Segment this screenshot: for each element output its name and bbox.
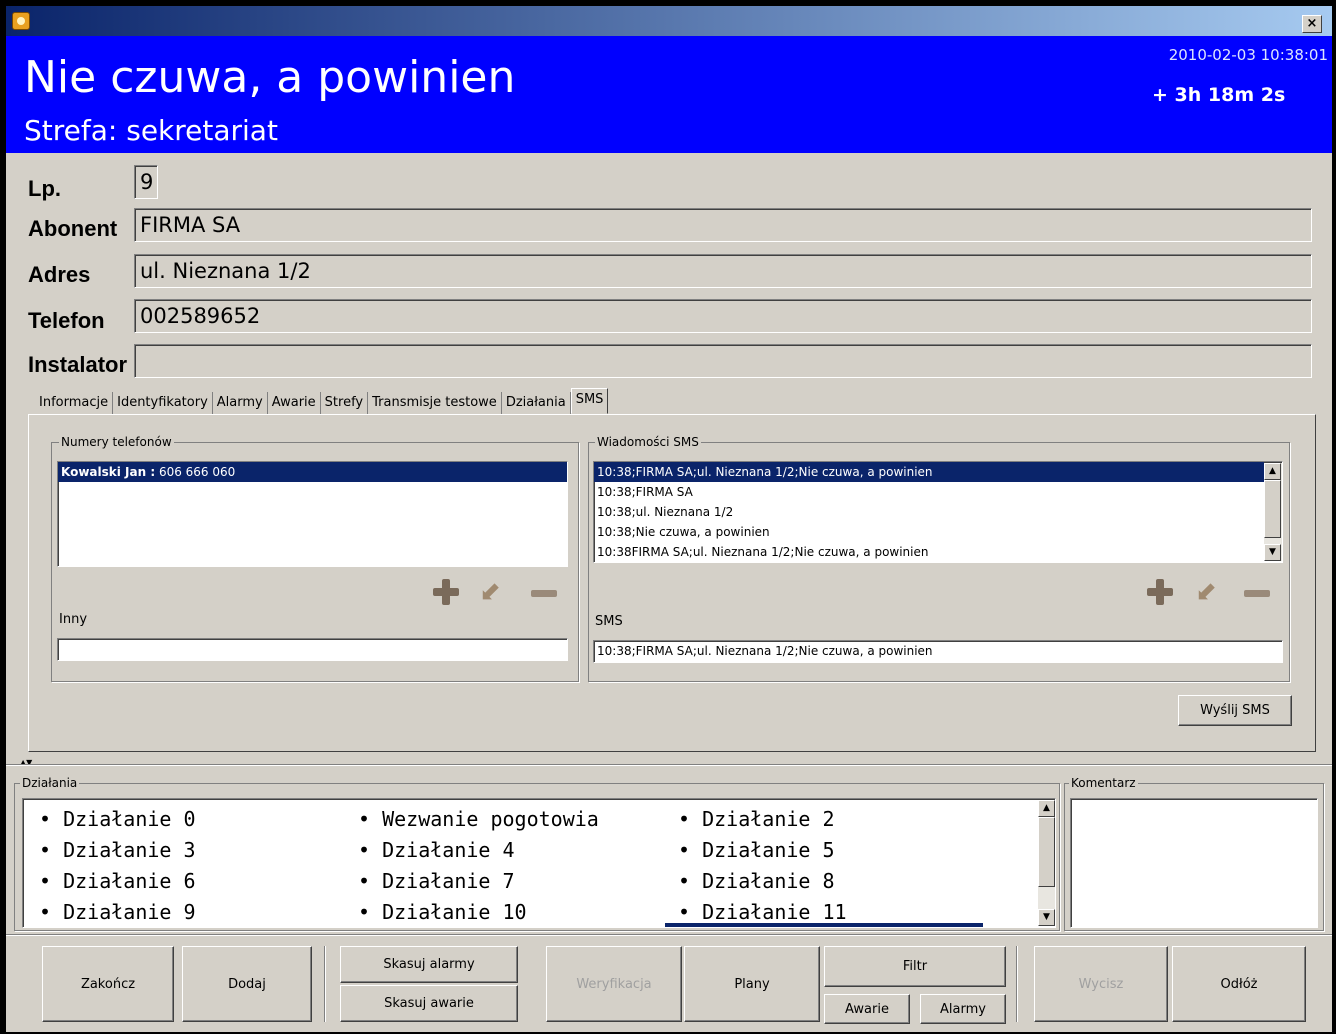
telefon-label: Telefon xyxy=(28,308,105,333)
toolbar-divider xyxy=(6,934,1332,936)
inny-label: Inny xyxy=(59,612,88,627)
message-item[interactable]: 10:38;FIRMA SA;ul. Nieznana 1/2;Nie czuw… xyxy=(594,462,1264,482)
instalator-field xyxy=(134,344,1312,378)
title-bar[interactable]: × xyxy=(6,6,1332,36)
tab-identyfikatory[interactable]: Identyfikatory xyxy=(113,392,213,414)
edit-message-icon[interactable]: ⬋ xyxy=(1194,579,1218,605)
tab-strefy[interactable]: Strefy xyxy=(321,392,369,414)
remove-phone-icon[interactable] xyxy=(531,580,557,606)
scroll-down-icon[interactable]: ▼ xyxy=(1038,909,1055,926)
message-item[interactable]: 10:38;ul. Nieznana 1/2 xyxy=(594,502,1282,522)
odloz-button[interactable]: Odłóż xyxy=(1172,946,1306,1022)
alarm-window: × Nie czuwa, a powinien Strefa: sekretar… xyxy=(6,6,1332,1032)
wycisz-button[interactable]: Wycisz xyxy=(1034,946,1168,1022)
phones-list[interactable]: Kowalski Jan : 606 666 060 xyxy=(57,461,568,567)
tab-informacje[interactable]: Informacje xyxy=(35,392,114,414)
plany-button[interactable]: Plany xyxy=(684,946,820,1022)
adres-field: ul. Nieznana 1/2 xyxy=(134,254,1312,288)
remove-message-icon[interactable] xyxy=(1244,580,1270,606)
alarm-title: Nie czuwa, a powinien xyxy=(24,52,516,103)
scroll-up-icon[interactable]: ▲ xyxy=(1264,463,1281,480)
close-button[interactable]: × xyxy=(1302,15,1322,33)
scroll-up-icon[interactable]: ▲ xyxy=(1038,800,1055,817)
tab-sms[interactable]: SMS xyxy=(570,388,609,414)
action-item[interactable]: • Działanie 0 xyxy=(39,807,196,831)
dodaj-button[interactable]: Dodaj xyxy=(182,946,312,1022)
action-item[interactable]: • Działanie 6 xyxy=(39,869,196,893)
action-item[interactable]: • Działanie 8 xyxy=(678,869,835,893)
action-item[interactable]: • Działanie 4 xyxy=(358,838,515,862)
messages-group-title: Wiadomości SMS xyxy=(595,435,701,449)
awarie-filter-button[interactable]: Awarie xyxy=(824,994,910,1024)
scroll-down-icon[interactable]: ▼ xyxy=(1264,544,1281,561)
lp-label: Lp. xyxy=(28,176,61,201)
splitter[interactable] xyxy=(6,764,1332,766)
message-item[interactable]: 10:38FIRMA SA;ul. Nieznana 1/2;Nie czuwa… xyxy=(594,542,1282,562)
skasuj-alarmy-button[interactable]: Skasuj alarmy xyxy=(340,946,518,983)
zone-label: Strefa: sekretariat xyxy=(24,114,278,147)
tab-awarie[interactable]: Awarie xyxy=(268,392,321,414)
message-item[interactable]: 10:38;FIRMA SA xyxy=(594,482,1282,502)
action-item[interactable]: • Działanie 7 xyxy=(358,869,515,893)
tab-dzialania[interactable]: Działania xyxy=(502,392,571,414)
message-item[interactable]: 10:38;Nie czuwa, a powinien xyxy=(594,522,1282,542)
scroll-thumb[interactable] xyxy=(1264,480,1281,538)
filtr-button[interactable]: Filtr xyxy=(824,946,1006,987)
action-item[interactable]: • Działanie 5 xyxy=(678,838,835,862)
elapsed-time: + 3h 18m 2s xyxy=(1152,84,1286,106)
comment-textarea[interactable] xyxy=(1070,798,1318,928)
add-phone-icon[interactable] xyxy=(433,579,459,605)
app-icon xyxy=(12,12,30,30)
phone-list-item[interactable]: Kowalski Jan : 606 666 060 xyxy=(58,462,567,482)
alarm-banner: Nie czuwa, a powinien Strefa: sekretaria… xyxy=(6,36,1332,153)
phones-group-title: Numery telefonów xyxy=(59,435,174,449)
action-item[interactable]: • Działanie 3 xyxy=(39,838,196,862)
actions-scrollbar[interactable]: ▲ ▼ xyxy=(1038,800,1055,926)
telefon-field: 002589652 xyxy=(134,299,1312,333)
scroll-thumb[interactable] xyxy=(1038,817,1055,887)
comment-group-title: Komentarz xyxy=(1069,776,1138,790)
action-item[interactable]: • Działanie 9 xyxy=(39,900,196,924)
toolbar-separator xyxy=(324,946,326,1022)
actions-list[interactable]: • Działanie 0 • Wezwanie pogotowia • Dzi… xyxy=(22,798,1056,928)
sms-input[interactable]: 10:38;FIRMA SA;ul. Nieznana 1/2;Nie czuw… xyxy=(593,640,1283,663)
messages-scrollbar[interactable]: ▲ ▼ xyxy=(1264,463,1282,561)
alarm-datetime: 2010-02-03 10:38:01 xyxy=(1168,46,1328,64)
send-sms-button[interactable]: Wyślij SMS xyxy=(1178,695,1292,726)
edit-phone-icon[interactable]: ⬋ xyxy=(478,579,502,605)
skasuj-awarie-button[interactable]: Skasuj awarie xyxy=(340,985,518,1022)
inny-input[interactable] xyxy=(57,638,568,661)
weryfikacja-button[interactable]: Weryfikacja xyxy=(546,946,682,1022)
action-item[interactable]: • Działanie 2 xyxy=(678,807,835,831)
sms-label: SMS xyxy=(595,614,623,629)
tab-strip: Informacje Identyfikatory Alarmy Awarie … xyxy=(35,388,609,414)
action-item[interactable]: • Wezwanie pogotowia xyxy=(358,807,599,831)
tab-alarmy[interactable]: Alarmy xyxy=(213,392,268,414)
add-message-icon[interactable] xyxy=(1147,579,1173,605)
abonent-label: Abonent xyxy=(28,216,118,241)
selection-underline xyxy=(665,923,983,927)
messages-list[interactable]: 10:38;FIRMA SA;ul. Nieznana 1/2;Nie czuw… xyxy=(593,461,1283,563)
instalator-label: Instalator xyxy=(28,352,128,377)
actions-group-title: Działania xyxy=(20,776,80,790)
adres-label: Adres xyxy=(28,262,91,287)
toolbar-separator xyxy=(1016,946,1018,1022)
tab-transmisje-testowe[interactable]: Transmisje testowe xyxy=(368,392,502,414)
action-item[interactable]: • Działanie 10 xyxy=(358,900,527,924)
action-item[interactable]: • Działanie 11 xyxy=(678,900,847,924)
lp-field: 9 xyxy=(134,165,158,199)
abonent-field: FIRMA SA xyxy=(134,208,1312,242)
alarmy-filter-button[interactable]: Alarmy xyxy=(920,994,1006,1024)
zakoncz-button[interactable]: Zakończ xyxy=(42,946,174,1022)
